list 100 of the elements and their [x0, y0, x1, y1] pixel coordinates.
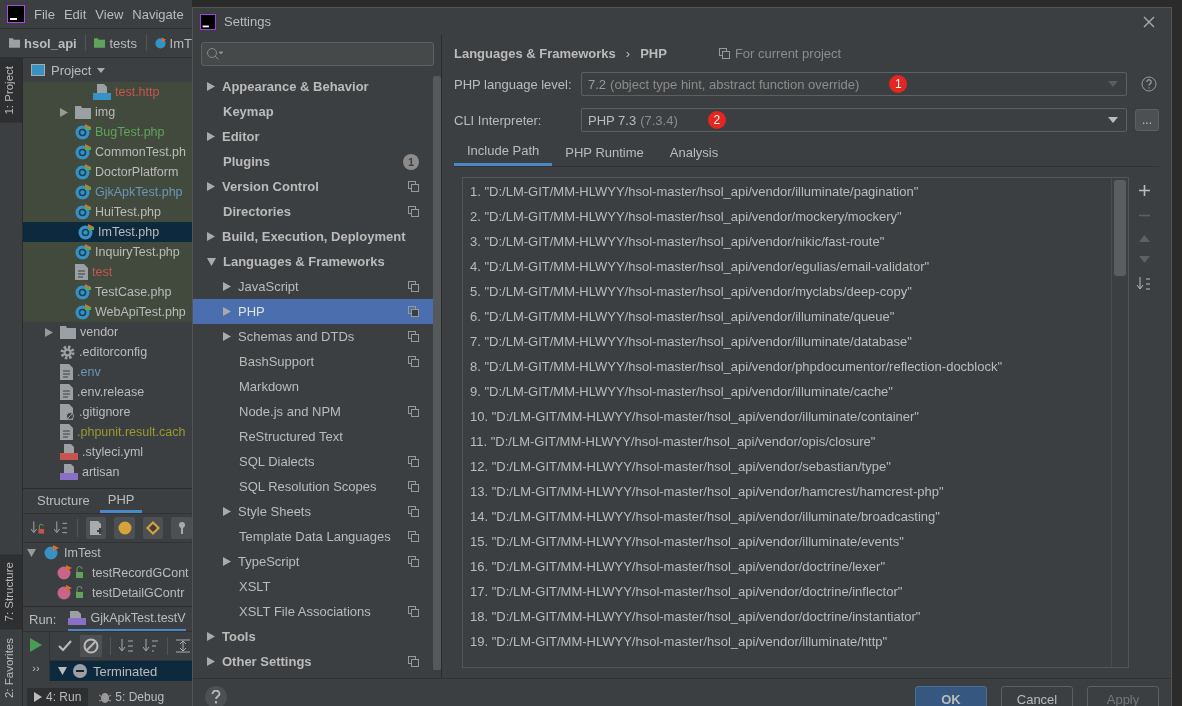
- scrollbar[interactable]: [433, 76, 441, 670]
- tool-window-tab[interactable]: 4: Run: [27, 688, 89, 706]
- tab[interactable]: Analysis: [656, 138, 732, 166]
- dialog-button[interactable]: OK: [915, 686, 987, 706]
- dialog-button[interactable]: Cancel: [1001, 686, 1073, 706]
- path-item[interactable]: 9. "D:/LM-GIT/MM-HLWYY/hsol-master/hsol_api/vendor/illuminate/cache": [463, 379, 1111, 404]
- check-icon[interactable]: [58, 640, 72, 653]
- tree-row[interactable]: .env: [23, 362, 192, 382]
- expand-all-icon[interactable]: [176, 639, 190, 654]
- tree-row[interactable]: img: [23, 102, 192, 122]
- breadcrumb-item[interactable]: tests: [109, 35, 137, 51]
- key-filter-button[interactable]: [171, 516, 192, 539]
- settings-nav-item[interactable]: Tools: [193, 624, 433, 649]
- menu-item[interactable]: Navigate: [132, 6, 184, 22]
- menu-item[interactable]: File: [34, 6, 55, 22]
- path-item[interactable]: 15. "D:/LM-GIT/MM-HLWYY/hsol-master/hsol_api/vendor/illuminate/events": [463, 529, 1111, 554]
- panel-tab[interactable]: PHP: [99, 488, 143, 513]
- expand-arrow-icon[interactable]: [60, 107, 68, 117]
- breadcrumb-item[interactable]: Languages & Frameworks: [454, 45, 616, 61]
- tree-row[interactable]: .styleci.yml: [23, 442, 192, 462]
- tree-row[interactable]: .env.release: [23, 382, 192, 402]
- dropdown-arrow-icon[interactable]: [1108, 117, 1118, 123]
- sort-icon[interactable]: [1137, 277, 1151, 291]
- breadcrumb-item[interactable]: ImT: [169, 35, 192, 51]
- tree-row[interactable]: GjkApkTest.php: [23, 182, 192, 202]
- menu-item[interactable]: Edit: [63, 6, 87, 22]
- tree-label[interactable]: testDetailGContr: [92, 585, 185, 600]
- settings-nav-item[interactable]: Other Settings: [193, 649, 433, 674]
- settings-nav-item[interactable]: Build, Execution, Deployment: [193, 224, 433, 249]
- settings-nav-item[interactable]: Version Control: [193, 174, 433, 199]
- breadcrumb-item[interactable]: PHP: [640, 45, 667, 61]
- help-button[interactable]: [205, 686, 227, 706]
- settings-nav-item[interactable]: Style Sheets: [193, 499, 433, 524]
- settings-nav-item[interactable]: Editor: [193, 124, 433, 149]
- settings-nav-item[interactable]: Markdown: [193, 374, 433, 399]
- expand-arrow-icon[interactable]: [207, 257, 216, 266]
- more-button[interactable]: ››: [32, 662, 40, 675]
- path-item[interactable]: 16. "D:/LM-GIT/MM-HLWYY/hsol-master/hsol_api/vendor/doctrine/lexer": [463, 554, 1111, 579]
- tree-row[interactable]: DoctorPlatform: [23, 162, 192, 182]
- settings-nav-item[interactable]: Keymap: [193, 99, 433, 124]
- path-item[interactable]: 12. "D:/LM-GIT/MM-HLWYY/hsol-master/hsol_api/vendor/sebastian/type": [463, 454, 1111, 479]
- expand-arrow-icon[interactable]: [223, 557, 231, 566]
- settings-nav-item[interactable]: TypeScript: [193, 549, 433, 574]
- expand-arrow-icon[interactable]: [223, 282, 231, 291]
- browse-button[interactable]: ...: [1135, 109, 1159, 131]
- settings-nav-item[interactable]: Schemas and DTDs: [193, 324, 433, 349]
- expand-arrow-icon[interactable]: [207, 232, 215, 241]
- panel-title[interactable]: Project: [51, 62, 92, 78]
- tab[interactable]: PHP Runtime: [552, 138, 657, 166]
- expand-arrow-icon[interactable]: [207, 82, 215, 91]
- tree-row[interactable]: ImTest.php: [23, 222, 192, 242]
- test-result-row[interactable]: Terminated: [50, 661, 192, 682]
- expand-arrow-icon[interactable]: [223, 507, 231, 516]
- settings-nav-item[interactable]: Template Data Languages: [193, 524, 433, 549]
- tree-label[interactable]: testRecordGCont: [92, 565, 189, 580]
- stop-filter-button[interactable]: [80, 635, 102, 658]
- expand-arrow-icon[interactable]: [223, 332, 231, 341]
- path-item[interactable]: 17. "D:/LM-GIT/MM-HLWYY/hsol-master/hsol_api/vendor/doctrine/inflector": [463, 579, 1111, 604]
- settings-nav-item[interactable]: BashSupport: [193, 349, 433, 374]
- tree-row[interactable]: vendor: [23, 322, 192, 342]
- expand-arrow-icon[interactable]: [207, 132, 215, 141]
- expand-arrow-icon[interactable]: [45, 327, 53, 337]
- dropdown-field[interactable]: PHP 7.3 (7.3.4) 2: [581, 108, 1127, 132]
- path-item[interactable]: 1. "D:/LM-GIT/MM-HLWYY/hsol-master/hsol_api/vendor/illuminate/pagination": [463, 179, 1111, 204]
- tree-row[interactable]: InquiryTest.php: [23, 242, 192, 262]
- settings-nav-item[interactable]: Plugins 1: [193, 149, 433, 174]
- breadcrumb-item[interactable]: hsol_api: [24, 35, 77, 51]
- settings-nav-item[interactable]: PHP: [193, 299, 433, 324]
- settings-nav-item[interactable]: SQL Resolution Scopes: [193, 474, 433, 499]
- panel-tab[interactable]: Structure: [29, 488, 98, 513]
- path-item[interactable]: 8. "D:/LM-GIT/MM-HLWYY/hsol-master/hsol_api/vendor/phpdocumentor/reflection-docblock": [463, 354, 1111, 379]
- tab[interactable]: Include Path: [454, 138, 553, 166]
- tree-row[interactable]: TestCase.php: [23, 282, 192, 302]
- expand-arrow-icon[interactable]: [207, 632, 215, 641]
- settings-nav-item[interactable]: Appearance & Behavior: [193, 74, 433, 99]
- tree-label[interactable]: ImTest: [64, 545, 101, 560]
- scrollbar-thumb[interactable]: [1114, 180, 1126, 276]
- tree-row[interactable]: BugTest.php: [23, 122, 192, 142]
- path-item[interactable]: 14. "D:/LM-GIT/MM-HLWYY/hsol-master/hsol_api/vendor/illuminate/broadcasting": [463, 504, 1111, 529]
- settings-nav-item[interactable]: XSLT: [193, 574, 433, 599]
- path-item[interactable]: 13. "D:/LM-GIT/MM-HLWYY/hsol-master/hsol_api/vendor/hamcrest/hamcrest-php": [463, 479, 1111, 504]
- tool-window-tab[interactable]: 7: Structure: [0, 554, 22, 630]
- expand-arrow-icon[interactable]: [207, 182, 215, 191]
- path-item[interactable]: 10. "D:/LM-GIT/MM-HLWYY/hsol-master/hsol_api/vendor/illuminate/container": [463, 404, 1111, 429]
- tree-row[interactable]: HuiTest.php: [23, 202, 192, 222]
- tool-window-tab[interactable]: 5: Debug: [92, 688, 172, 706]
- path-item[interactable]: 11. "D:/LM-GIT/MM-HLWYY/hsol-master/hsol_api/vendor/opis/closure": [463, 429, 1111, 454]
- tree-row[interactable]: CommonTest.ph: [23, 142, 192, 162]
- field-filter-button[interactable]: [114, 516, 135, 539]
- play-icon[interactable]: [30, 638, 42, 653]
- settings-nav-item[interactable]: SQL Dialects: [193, 449, 433, 474]
- help-icon[interactable]: [1141, 76, 1157, 92]
- close-icon[interactable]: [1143, 15, 1155, 28]
- tree-row[interactable]: .editorconfig: [23, 342, 192, 362]
- settings-nav-item[interactable]: JavaScript: [193, 274, 433, 299]
- path-item[interactable]: 3. "D:/LM-GIT/MM-HLWYY/hsol-master/hsol_api/vendor/nikic/fast-route": [463, 229, 1111, 254]
- path-item[interactable]: 2. "D:/LM-GIT/MM-HLWYY/hsol-master/hsol_api/vendor/mockery/mockery": [463, 204, 1111, 229]
- menu-item[interactable]: View: [95, 6, 124, 22]
- constant-filter-button[interactable]: [142, 516, 164, 539]
- run-tab[interactable]: GjkApkTest.testV: [68, 607, 186, 632]
